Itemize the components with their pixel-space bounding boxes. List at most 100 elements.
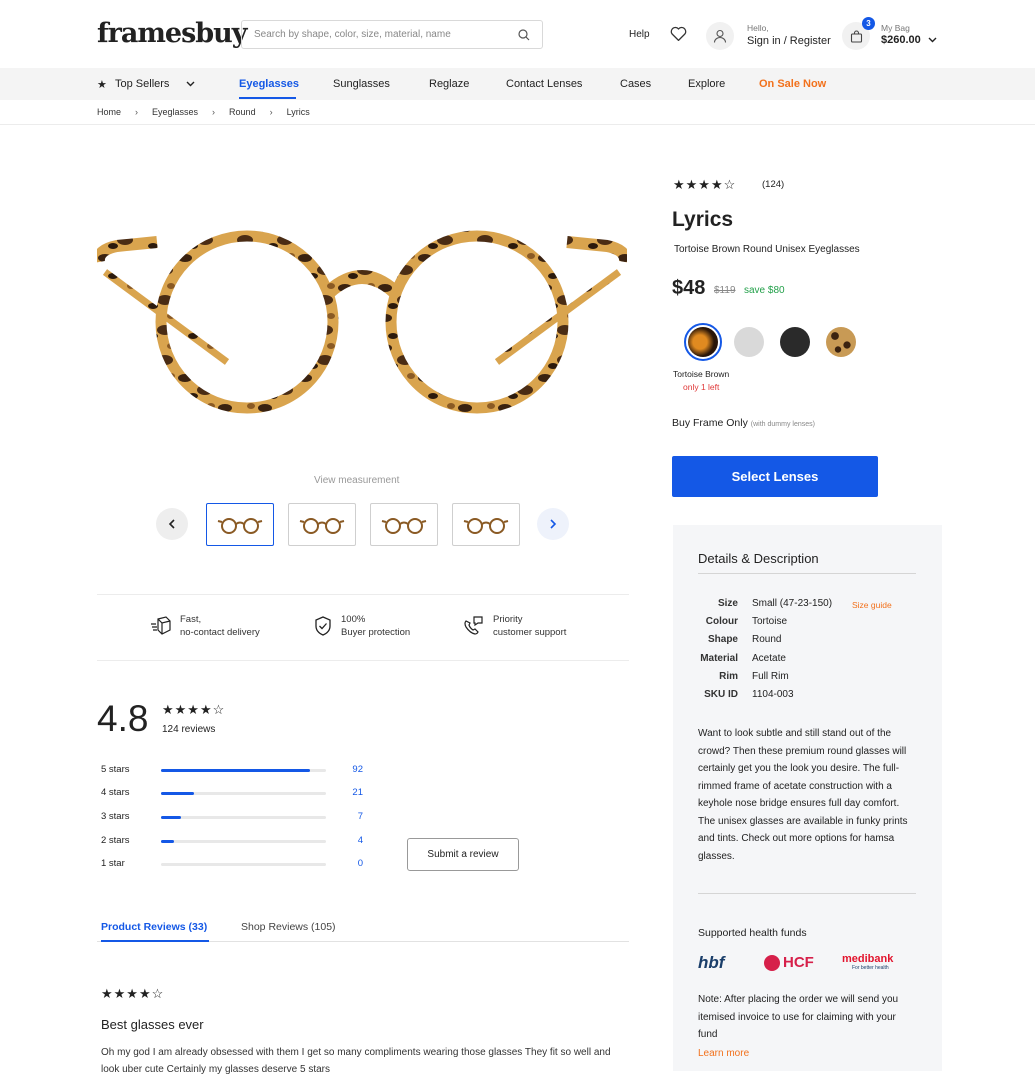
submit-review-button[interactable]: Submit a review	[407, 838, 519, 871]
nav-explore[interactable]: Explore	[688, 78, 725, 90]
feature-delivery: Fast, no-contact delivery	[180, 614, 260, 638]
color-swatch-grey[interactable]	[734, 327, 764, 357]
hcf-mark-icon	[764, 954, 780, 971]
review-stars: ★★★★☆	[101, 986, 164, 1002]
star-filled-icon: ★★★★	[673, 177, 724, 192]
breadcrumb-home[interactable]: Home	[97, 107, 121, 117]
help-link[interactable]: Help	[629, 29, 650, 40]
health-fund-note: Note: After placing the order we will se…	[698, 994, 899, 1040]
rating-bar-count[interactable]: 0	[340, 858, 363, 869]
breadcrumb-round[interactable]: Round	[229, 107, 256, 117]
medibank-tagline: For better health	[852, 965, 889, 971]
spec-key: Size	[717, 598, 738, 609]
feature-protection: 100% Buyer protection	[341, 614, 411, 638]
review-title: Best glasses ever	[101, 1017, 204, 1032]
breadcrumb-eyeglasses[interactable]: Eyeglasses	[152, 107, 198, 117]
rating-bar-count[interactable]: 4	[340, 835, 363, 846]
view-measurement-link[interactable]: View measurement	[314, 475, 399, 486]
search-placeholder: Search by shape, color, size, material, …	[254, 29, 451, 40]
account-button[interactable]	[706, 22, 734, 50]
buy-frame-only-link[interactable]: Buy Frame Only (with dummy lenses)	[672, 417, 815, 429]
divider	[97, 660, 629, 661]
color-swatch-tortoise[interactable]	[688, 327, 718, 357]
rating-bar-label: 5 stars	[101, 764, 130, 775]
gallery-thumbnail[interactable]	[452, 503, 520, 546]
glasses-thumbnail-icon	[463, 517, 509, 534]
learn-more-link[interactable]: Learn more	[698, 1048, 749, 1059]
glasses-thumbnail-icon	[299, 517, 345, 534]
spec-key: SKU ID	[704, 689, 738, 700]
nav-active-indicator	[239, 97, 296, 99]
product-price: $48	[672, 277, 706, 299]
chevron-down-icon[interactable]	[186, 81, 195, 87]
size-guide-link[interactable]: Size guide	[852, 600, 892, 610]
star-empty-icon: ☆	[151, 986, 165, 1001]
nav-reglaze[interactable]: Reglaze	[429, 78, 469, 90]
bag-total[interactable]: $260.00	[881, 34, 921, 46]
rating-bar-fill	[161, 816, 181, 819]
rating-bar-label: 2 stars	[101, 835, 130, 846]
rating-bar-track	[161, 792, 326, 795]
nav-top-sellers[interactable]: Top Sellers	[115, 78, 169, 90]
shield-check-icon	[315, 616, 331, 636]
glasses-thumbnail-icon	[381, 517, 427, 534]
logo[interactable]: framesbuy	[97, 18, 247, 49]
buy-frame-note: (with dummy lenses)	[750, 421, 815, 428]
feature-support: Priority customer support	[493, 614, 567, 638]
hcf-logo: HCF	[764, 954, 814, 971]
rating-bar-fill	[161, 840, 175, 843]
chevron-down-icon[interactable]	[928, 37, 937, 43]
sign-in-link[interactable]: Sign in / Register	[747, 35, 831, 47]
breadcrumb-separator-icon: ›	[135, 107, 139, 117]
gallery-next-button[interactable]	[537, 508, 569, 540]
chevron-right-icon	[550, 519, 557, 529]
hcf-text: HCF	[783, 954, 814, 971]
savings: save $80	[744, 285, 785, 296]
nav-sunglasses[interactable]: Sunglasses	[333, 78, 390, 90]
medibank-text: medibank	[842, 953, 894, 965]
original-price: $119	[714, 285, 736, 296]
search-icon[interactable]	[518, 28, 530, 41]
star-filled-icon: ★★★★	[101, 986, 152, 1001]
wishlist-heart-icon[interactable]	[670, 26, 687, 42]
search-input[interactable]: Search by shape, color, size, material, …	[241, 20, 543, 49]
rating-bar-track	[161, 840, 326, 843]
spec-key: Rim	[719, 670, 738, 682]
medibank-logo: medibank For better health	[842, 953, 894, 973]
rating-bar-count[interactable]: 92	[340, 764, 363, 775]
gallery-thumbnail[interactable]	[206, 503, 274, 546]
health-funds-heading: Supported health funds	[698, 927, 807, 939]
gallery-thumbnail[interactable]	[288, 503, 356, 546]
spec-key: Colour	[705, 616, 738, 628]
nav-contact-lenses[interactable]: Contact Lenses	[506, 78, 582, 90]
rating-bar-label: 4 stars	[101, 787, 130, 798]
breadcrumb-separator-icon: ›	[269, 107, 273, 117]
star-icon: ★	[97, 79, 107, 91]
product-description: Want to look subtle and still stand out …	[698, 728, 908, 862]
bag-label: My Bag	[881, 23, 910, 33]
spec-value: 1104-003	[752, 689, 794, 700]
rating-bar-label: 1 star	[101, 858, 125, 869]
divider	[0, 124, 1035, 125]
tab-active-indicator	[101, 940, 209, 942]
gallery-prev-button[interactable]	[156, 508, 188, 540]
nav-eyeglasses[interactable]: Eyeglasses	[239, 78, 299, 90]
nav-on-sale[interactable]: On Sale Now	[759, 78, 826, 90]
select-lenses-button[interactable]: Select Lenses	[672, 456, 878, 497]
gallery-thumbnail[interactable]	[370, 503, 438, 546]
product-rating-stars: ★★★★☆	[673, 177, 736, 193]
delivery-icon	[151, 616, 171, 635]
rating-bar-count[interactable]: 21	[340, 787, 363, 798]
nav-cases[interactable]: Cases	[620, 78, 651, 90]
tab-product-reviews[interactable]: Product Reviews (33)	[101, 921, 207, 933]
spec-key: Shape	[707, 634, 738, 646]
spec-key: Material	[700, 652, 738, 664]
color-swatch-leopard[interactable]	[826, 327, 856, 357]
color-swatch-black[interactable]	[780, 327, 810, 357]
rating-bar-count[interactable]: 7	[340, 811, 363, 822]
buy-frame-only-label: Buy Frame Only	[672, 417, 748, 429]
bag-count-badge: 3	[862, 17, 875, 30]
product-review-count[interactable]: (124)	[762, 179, 784, 190]
divider	[698, 893, 916, 894]
tab-shop-reviews[interactable]: Shop Reviews (105)	[241, 921, 336, 933]
